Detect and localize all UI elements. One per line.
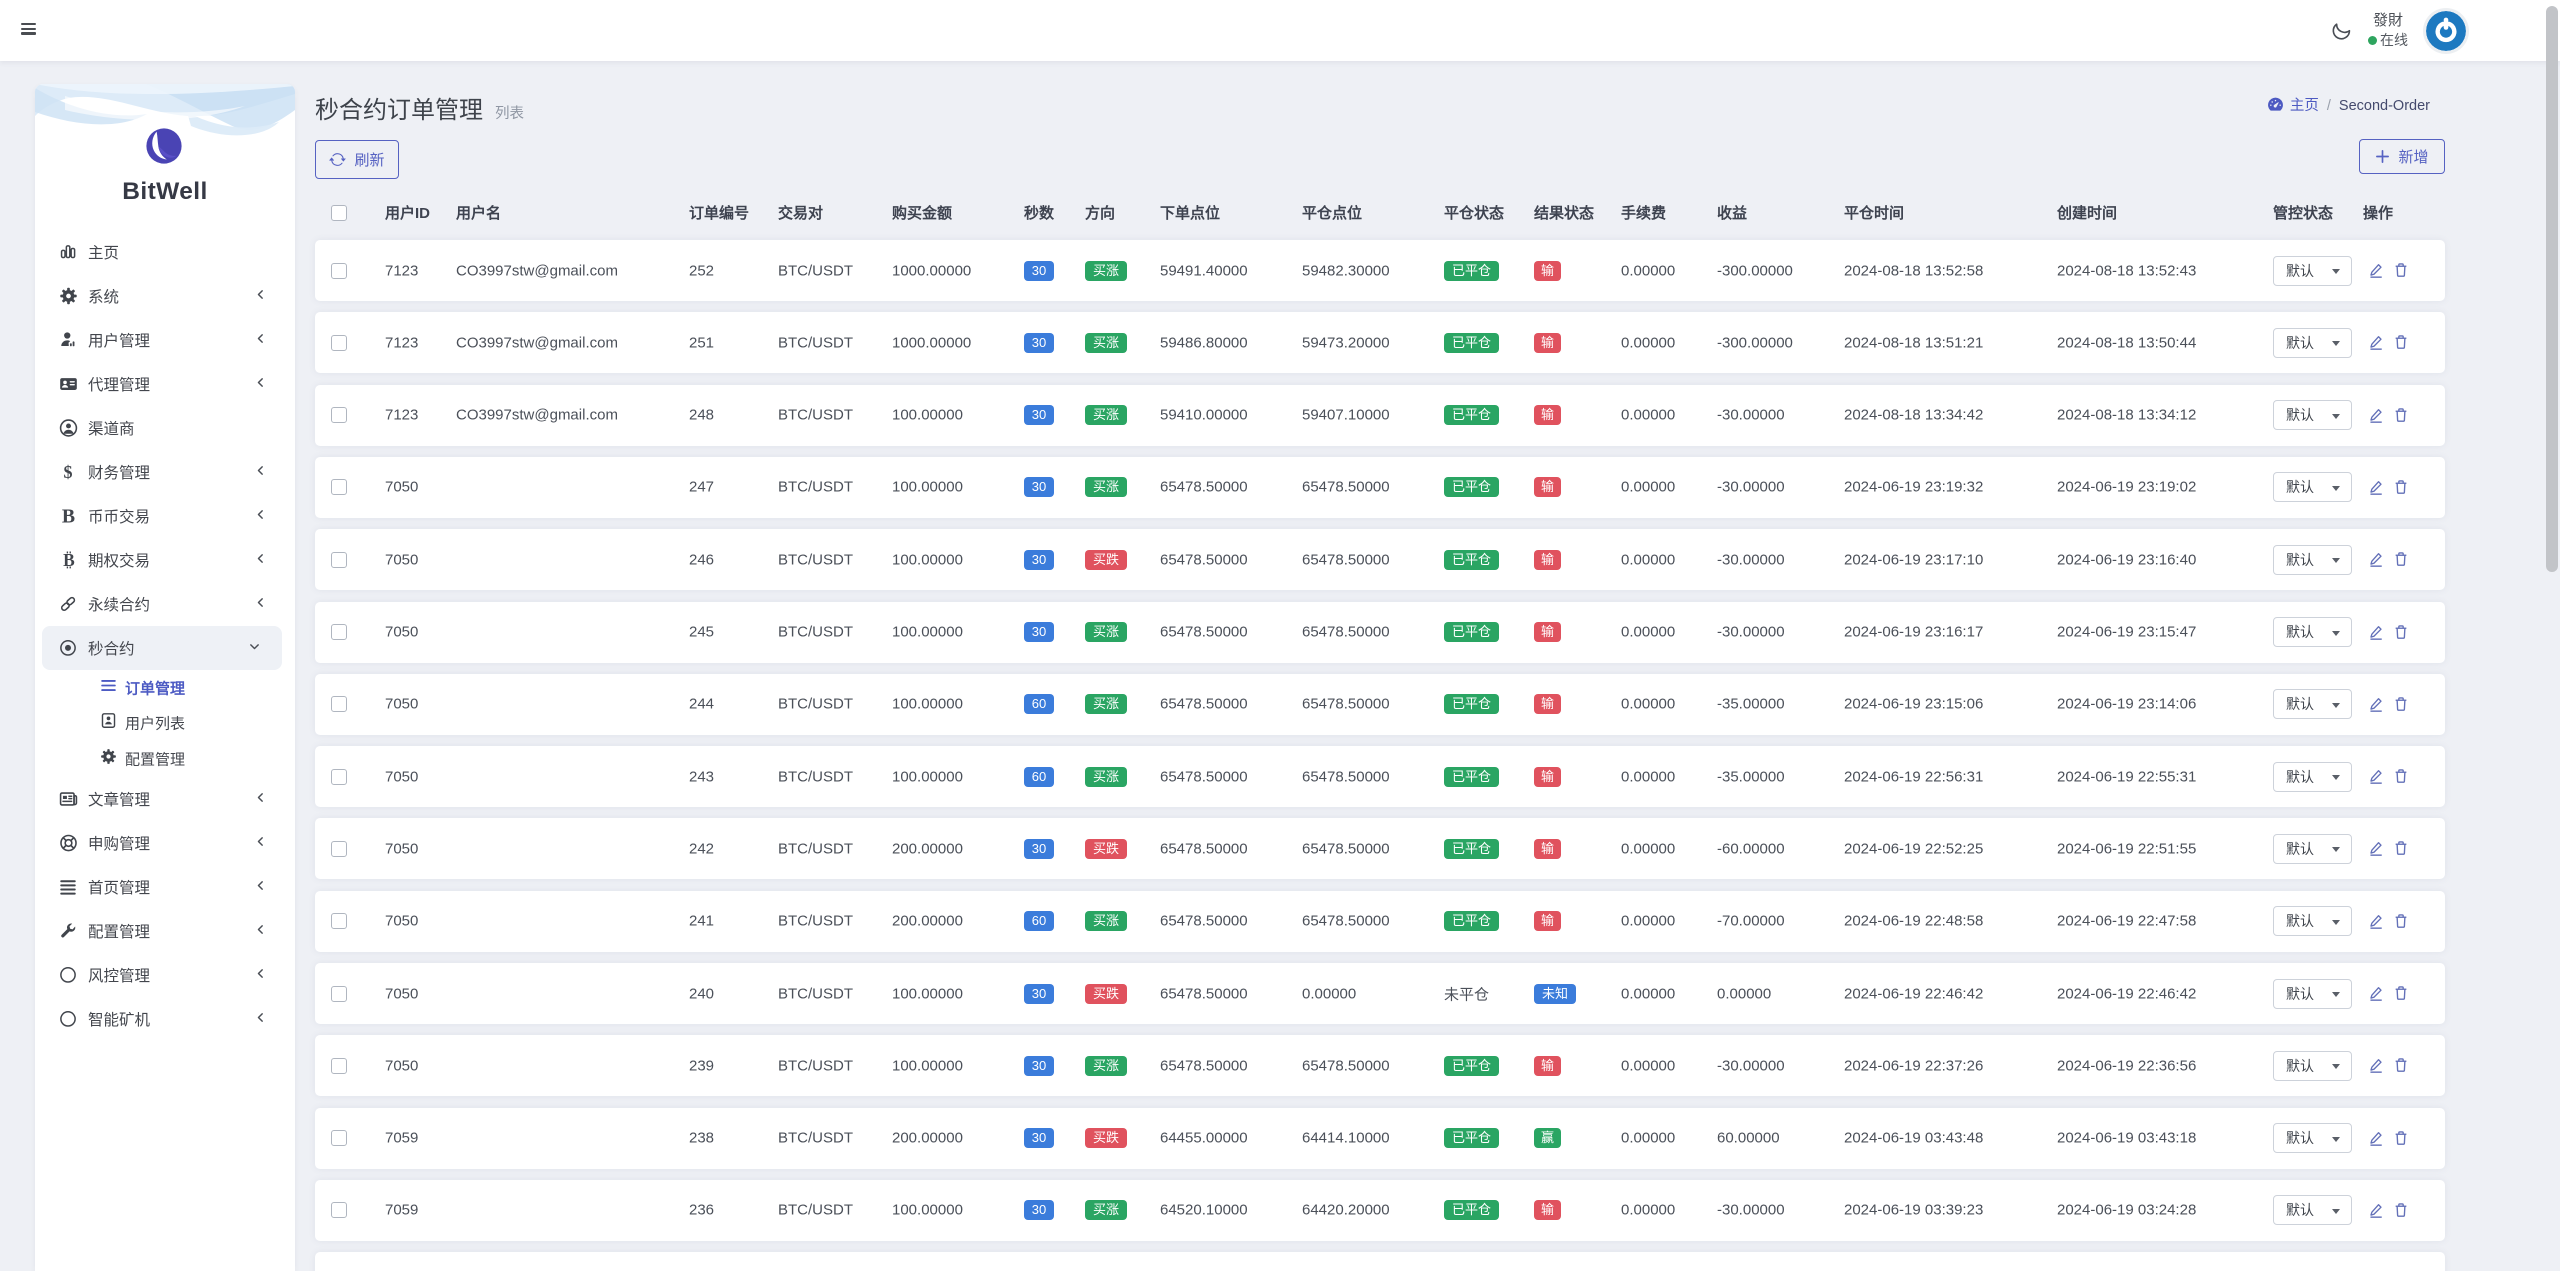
svg-text:B: B <box>61 507 74 526</box>
svg-text:B: B <box>63 551 75 570</box>
svg-text:$: $ <box>64 463 73 482</box>
